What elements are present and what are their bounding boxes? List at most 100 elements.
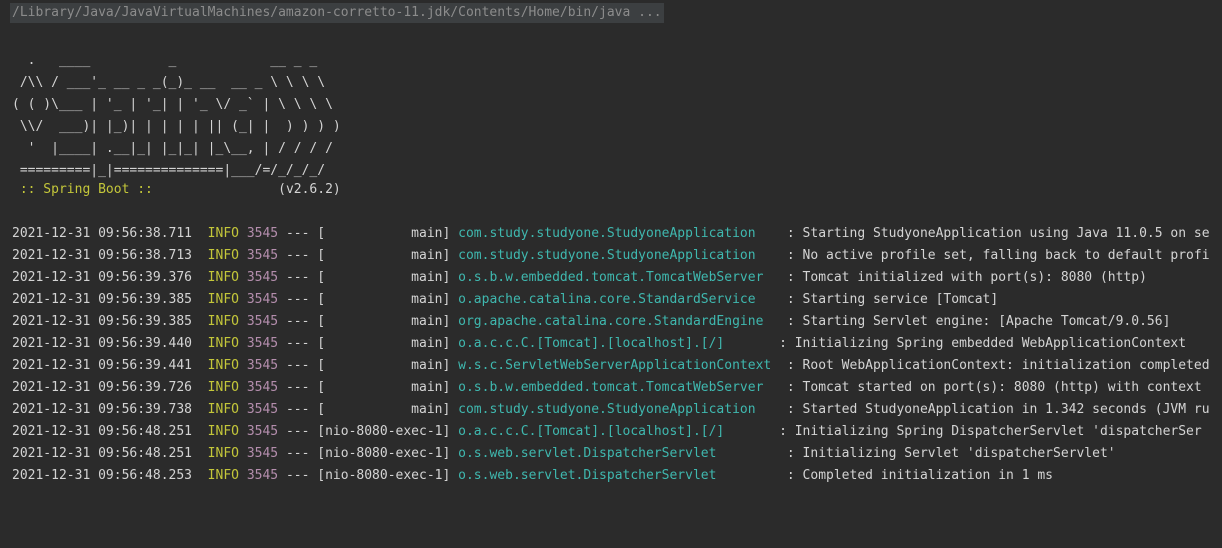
log-message: : Initializing Spring DispatcherServlet … bbox=[779, 424, 1202, 439]
log-message: : Root WebApplicationContext: initializa… bbox=[786, 358, 1210, 373]
spring-boot-version-line: :: Spring Boot :: (v2.6.2) bbox=[12, 179, 341, 201]
log-thread: [ main] bbox=[317, 402, 451, 417]
log-timestamp: 2021-12-31 09:56:39.440 bbox=[12, 336, 193, 351]
log-line: 2021-12-31 09:56:48.251 INFO 3545 --- [n… bbox=[12, 443, 1210, 465]
log-separator: --- bbox=[285, 270, 310, 285]
log-thread: [ main] bbox=[317, 380, 451, 395]
log-logger[interactable]: o.s.b.w.embedded.tomcat.TomcatWebServer bbox=[458, 270, 779, 285]
log-message: : Initializing Servlet 'dispatcherServle… bbox=[786, 446, 1116, 461]
log-logger[interactable]: o.s.b.w.embedded.tomcat.TomcatWebServer bbox=[458, 380, 779, 395]
log-logger[interactable]: w.s.c.ServletWebServerApplicationContext bbox=[458, 358, 779, 373]
banner-line: . ____ _ __ _ _ bbox=[12, 53, 318, 68]
log-line: 2021-12-31 09:56:39.376 INFO 3545 --- [ … bbox=[12, 267, 1210, 289]
log-pid: 3545 bbox=[246, 248, 279, 263]
log-logger[interactable]: com.study.studyone.StudyoneApplication bbox=[458, 248, 779, 263]
log-timestamp: 2021-12-31 09:56:38.713 bbox=[12, 248, 193, 263]
log-timestamp: 2021-12-31 09:56:48.253 bbox=[12, 468, 193, 483]
log-thread: [ main] bbox=[317, 336, 451, 351]
log-level: INFO bbox=[207, 226, 239, 241]
log-timestamp: 2021-12-31 09:56:48.251 bbox=[12, 424, 193, 439]
log-pid: 3545 bbox=[246, 402, 279, 417]
log-logger[interactable]: o.s.web.servlet.DispatcherServlet bbox=[458, 446, 779, 461]
log-pid: 3545 bbox=[246, 358, 279, 373]
log-level: INFO bbox=[207, 314, 239, 329]
log-line: 2021-12-31 09:56:39.385 INFO 3545 --- [ … bbox=[12, 289, 1210, 311]
log-logger[interactable]: com.study.studyone.StudyoneApplication bbox=[458, 226, 779, 241]
log-pid: 3545 bbox=[246, 336, 279, 351]
log-logger[interactable]: o.a.c.c.C.[Tomcat].[localhost].[/] bbox=[458, 424, 771, 439]
banner-line: ( ( )\___ | '_ | '_| | '_ \/ _` | \ \ \ … bbox=[12, 97, 333, 112]
banner-line: \\/ ___)| |_)| | | | | || (_| | ) ) ) ) bbox=[12, 119, 341, 134]
log-line: 2021-12-31 09:56:39.385 INFO 3545 --- [ … bbox=[12, 311, 1210, 333]
banner-line: ' |____| .__|_| |_|_| |_\__, | / / / / bbox=[12, 141, 333, 156]
log-thread: [nio-8080-exec-1] bbox=[317, 424, 451, 439]
log-thread: [ main] bbox=[317, 358, 451, 373]
log-logger[interactable]: org.apache.catalina.core.StandardEngine bbox=[458, 314, 779, 329]
log-pid: 3545 bbox=[246, 270, 279, 285]
log-logger[interactable]: com.study.studyone.StudyoneApplication bbox=[458, 402, 779, 417]
log-level: INFO bbox=[207, 270, 239, 285]
log-pid: 3545 bbox=[246, 292, 279, 307]
java-command-line[interactable]: /Library/Java/JavaVirtualMachines/amazon… bbox=[10, 3, 664, 23]
log-thread: [ main] bbox=[317, 314, 451, 329]
log-timestamp: 2021-12-31 09:56:39.376 bbox=[12, 270, 193, 285]
log-timestamp: 2021-12-31 09:56:39.726 bbox=[12, 380, 193, 395]
log-timestamp: 2021-12-31 09:56:39.441 bbox=[12, 358, 193, 373]
log-separator: --- bbox=[285, 358, 310, 373]
spring-boot-version: (v2.6.2) bbox=[160, 182, 341, 197]
log-level: INFO bbox=[207, 446, 239, 461]
log-message: : Completed initialization in 1 ms bbox=[786, 468, 1053, 483]
log-thread: [ main] bbox=[317, 248, 451, 263]
log-separator: --- bbox=[285, 248, 310, 263]
log-separator: --- bbox=[285, 402, 310, 417]
log-line: 2021-12-31 09:56:39.441 INFO 3545 --- [ … bbox=[12, 355, 1210, 377]
log-level: INFO bbox=[207, 380, 239, 395]
log-level: INFO bbox=[207, 468, 239, 483]
log-logger[interactable]: o.s.web.servlet.DispatcherServlet bbox=[458, 468, 779, 483]
banner-line: /\\ / ___'_ __ _ _(_)_ __ __ _ \ \ \ \ bbox=[12, 75, 326, 90]
banner-line: =========|_|==============|___/=/_/_/_/ bbox=[12, 163, 326, 178]
log-level: INFO bbox=[207, 424, 239, 439]
log-separator: --- bbox=[285, 424, 310, 439]
log-message: : Starting StudyoneApplication using Jav… bbox=[786, 226, 1210, 241]
log-pid: 3545 bbox=[246, 468, 279, 483]
log-level: INFO bbox=[207, 292, 239, 307]
log-level: INFO bbox=[207, 336, 239, 351]
log-message: : Tomcat started on port(s): 8080 (http)… bbox=[786, 380, 1202, 395]
log-timestamp: 2021-12-31 09:56:38.711 bbox=[12, 226, 193, 241]
log-line: 2021-12-31 09:56:38.711 INFO 3545 --- [ … bbox=[12, 223, 1210, 245]
log-pid: 3545 bbox=[246, 380, 279, 395]
log-message: : Starting Servlet engine: [Apache Tomca… bbox=[786, 314, 1171, 329]
log-message: : Tomcat initialized with port(s): 8080 … bbox=[786, 270, 1147, 285]
log-line: 2021-12-31 09:56:38.713 INFO 3545 --- [ … bbox=[12, 245, 1210, 267]
log-thread: [nio-8080-exec-1] bbox=[317, 446, 451, 461]
log-logger[interactable]: o.apache.catalina.core.StandardService bbox=[458, 292, 779, 307]
log-timestamp: 2021-12-31 09:56:39.385 bbox=[12, 292, 193, 307]
log-timestamp: 2021-12-31 09:56:39.385 bbox=[12, 314, 193, 329]
log-separator: --- bbox=[285, 468, 310, 483]
log-thread: [ main] bbox=[317, 226, 451, 241]
console-output[interactable]: /Library/Java/JavaVirtualMachines/amazon… bbox=[0, 0, 1222, 548]
log-level: INFO bbox=[207, 248, 239, 263]
log-level: INFO bbox=[207, 402, 239, 417]
log-line: 2021-12-31 09:56:39.726 INFO 3545 --- [ … bbox=[12, 377, 1210, 399]
log-pid: 3545 bbox=[246, 314, 279, 329]
log-line: 2021-12-31 09:56:48.253 INFO 3545 --- [n… bbox=[12, 465, 1210, 487]
log-separator: --- bbox=[285, 446, 310, 461]
log-logger[interactable]: o.a.c.c.C.[Tomcat].[localhost].[/] bbox=[458, 336, 771, 351]
log-line: 2021-12-31 09:56:39.738 INFO 3545 --- [ … bbox=[12, 399, 1210, 421]
log-level: INFO bbox=[207, 358, 239, 373]
log-message: : Initializing Spring embedded WebApplic… bbox=[779, 336, 1187, 351]
log-separator: --- bbox=[285, 314, 310, 329]
log-message: : Started StudyoneApplication in 1.342 s… bbox=[786, 402, 1210, 417]
log-thread: [ main] bbox=[317, 292, 451, 307]
log-line: 2021-12-31 09:56:39.440 INFO 3545 --- [ … bbox=[12, 333, 1210, 355]
log-separator: --- bbox=[285, 226, 310, 241]
spring-boot-label: :: Spring Boot :: bbox=[12, 182, 161, 197]
log-separator: --- bbox=[285, 292, 310, 307]
log-pid: 3545 bbox=[246, 446, 279, 461]
log-separator: --- bbox=[285, 336, 310, 351]
log-message: : No active profile set, falling back to… bbox=[786, 248, 1210, 263]
log-separator: --- bbox=[285, 380, 310, 395]
spring-ascii-banner: . ____ _ __ _ _ /\\ / ___'_ __ _ _(_)_ _… bbox=[12, 50, 341, 182]
